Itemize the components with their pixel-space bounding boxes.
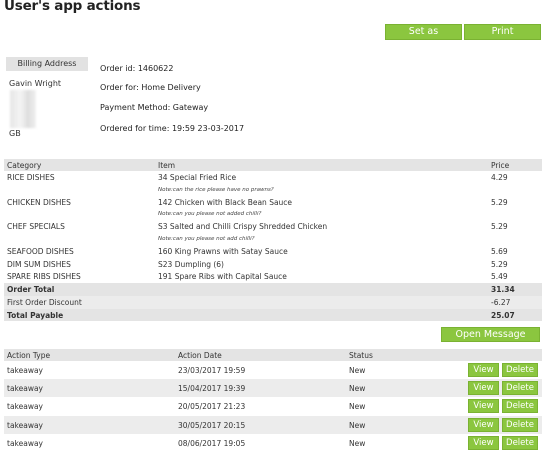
col-action-date: Action Date (178, 351, 222, 360)
table-row: DIM SUM DISHES S23 Dumpling (6) 5.29 (4, 258, 542, 271)
table-row: SPARE RIBS DISHES 191 Spare Ribs with Ca… (4, 270, 542, 283)
actions-table: Action Type Action Date Status takeaway … (4, 349, 542, 452)
table-header: Category Item Price (4, 159, 542, 171)
open-message-centre-button[interactable]: Open Message Centre (441, 327, 540, 354)
table-header: Action Type Action Date Status (4, 349, 542, 361)
item-category: SEAFOOD DISHES (7, 247, 74, 257)
table-row: takeaway 23/03/2017 19:59 New View Delet… (4, 361, 542, 379)
action-status: New (349, 366, 366, 375)
action-type: takeaway (7, 384, 43, 394)
print-button[interactable]: Print (464, 24, 541, 40)
order-total-value: 31.34 (491, 285, 515, 295)
view-button[interactable]: View (468, 399, 499, 414)
table-row: SEAFOOD DISHES 160 King Prawns with Sata… (4, 245, 542, 258)
view-button[interactable]: View (468, 363, 499, 377)
item-note-row: Note:can you please not added chilli? (4, 208, 542, 220)
action-status: New (349, 384, 366, 394)
table-row: CHICKEN DISHES 142 Chicken with Black Be… (4, 196, 542, 209)
col-price: Price (491, 161, 510, 170)
item-name: 160 King Prawns with Satay Sauce (158, 247, 288, 257)
action-status: New (349, 438, 366, 448)
view-button[interactable]: View (468, 381, 499, 396)
view-button[interactable]: View (468, 417, 499, 432)
action-status: New (349, 402, 366, 412)
table-row: RICE DISHES 34 Special Fried Rice 4.29 (4, 171, 542, 184)
action-date: 23/03/2017 19:59 (178, 366, 246, 375)
action-date: 20/05/2017 21:23 (178, 402, 246, 412)
billing-country: GB (9, 129, 21, 138)
item-price: 5.29 (491, 197, 508, 207)
action-status: New (349, 420, 366, 430)
item-price: 4.29 (491, 173, 508, 182)
item-category: DIM SUM DISHES (7, 259, 71, 269)
payment-method: Payment Method: Gateway (100, 103, 209, 112)
item-category: RICE DISHES (7, 173, 55, 182)
item-category: CHICKEN DISHES (7, 197, 71, 207)
action-type: takeaway (7, 366, 43, 375)
action-type: takeaway (7, 420, 43, 430)
action-date: 08/06/2017 19:05 (178, 438, 246, 448)
item-name: 34 Special Fried Rice (158, 173, 237, 182)
billing-address-header: Billing Address (6, 57, 88, 71)
discount-row: First Order Discount -6.27 (4, 295, 542, 309)
action-date: 30/05/2017 20:15 (178, 420, 246, 430)
table-row: takeaway 30/05/2017 20:15 New View Delet… (4, 415, 542, 434)
order-for: Order for: Home Delivery (100, 83, 201, 92)
delete-button[interactable]: Delete (502, 399, 538, 414)
ordered-for-time: Ordered for time: 19:59 23-03-2017 (100, 124, 245, 133)
item-name: 142 Chicken with Black Bean Sauce (158, 197, 293, 207)
discount-value: -6.27 (491, 297, 511, 307)
col-status: Status (349, 351, 373, 360)
item-name: S23 Dumpling (6) (158, 259, 224, 269)
table-row: takeaway 15/04/2017 19:39 New View Delet… (4, 379, 542, 398)
delete-button[interactable]: Delete (502, 417, 538, 432)
delete-button[interactable]: Delete (502, 435, 538, 450)
item-note: Note:can you please not add chilli? (158, 236, 255, 243)
action-date: 15/04/2017 19:39 (178, 384, 246, 394)
total-payable-label: Total Payable (7, 310, 64, 320)
blurred-address (10, 90, 36, 128)
action-type: takeaway (7, 438, 43, 448)
item-note-row: Note:can the rice please have no prawns? (4, 184, 542, 196)
delete-button[interactable]: Delete (502, 381, 538, 396)
item-note: Note:can the rice please have no prawns? (158, 186, 274, 193)
delete-button[interactable]: Delete (502, 363, 538, 377)
order-total-row: Order Total 31.34 (4, 283, 542, 296)
col-item: Item (158, 161, 176, 170)
item-price: 5.29 (491, 259, 508, 269)
item-name: 191 Spare Ribs with Capital Sauce (158, 272, 287, 282)
item-note: Note:can you please not added chilli? (158, 211, 262, 218)
order-total-label: Order Total (7, 285, 55, 295)
item-name: S3 Salted and Chilli Crispy Shredded Chi… (158, 222, 328, 232)
table-row: takeaway 08/06/2017 19:05 New View Delet… (4, 434, 542, 452)
billing-name: Gavin Wright (9, 79, 62, 88)
table-row: takeaway 20/05/2017 21:23 New View Delet… (4, 397, 542, 415)
order-items-table: Category Item Price RICE DISHES 34 Speci… (4, 159, 542, 322)
discount-label: First Order Discount (7, 297, 82, 307)
view-button[interactable]: View (468, 435, 499, 450)
col-action-type: Action Type (7, 351, 51, 360)
item-note-row: Note:can you please not add chilli? (4, 233, 542, 245)
item-price: 5.49 (491, 272, 508, 282)
item-category: SPARE RIBS DISHES (7, 272, 81, 282)
table-row: CHEF SPECIALS S3 Salted and Chilli Crisp… (4, 220, 542, 233)
action-type: takeaway (7, 402, 43, 412)
total-payable-row: Total Payable 25.07 (4, 308, 542, 322)
order-id: Order id: 1460622 (100, 64, 174, 73)
item-price: 5.29 (491, 222, 508, 232)
set-as-complete-button[interactable]: Set as Complete (385, 24, 462, 51)
item-category: CHEF SPECIALS (7, 222, 65, 232)
col-category: Category (7, 161, 42, 170)
page-title: User's app actions (4, 0, 141, 14)
item-price: 5.69 (491, 247, 508, 257)
total-payable-value: 25.07 (491, 310, 515, 320)
